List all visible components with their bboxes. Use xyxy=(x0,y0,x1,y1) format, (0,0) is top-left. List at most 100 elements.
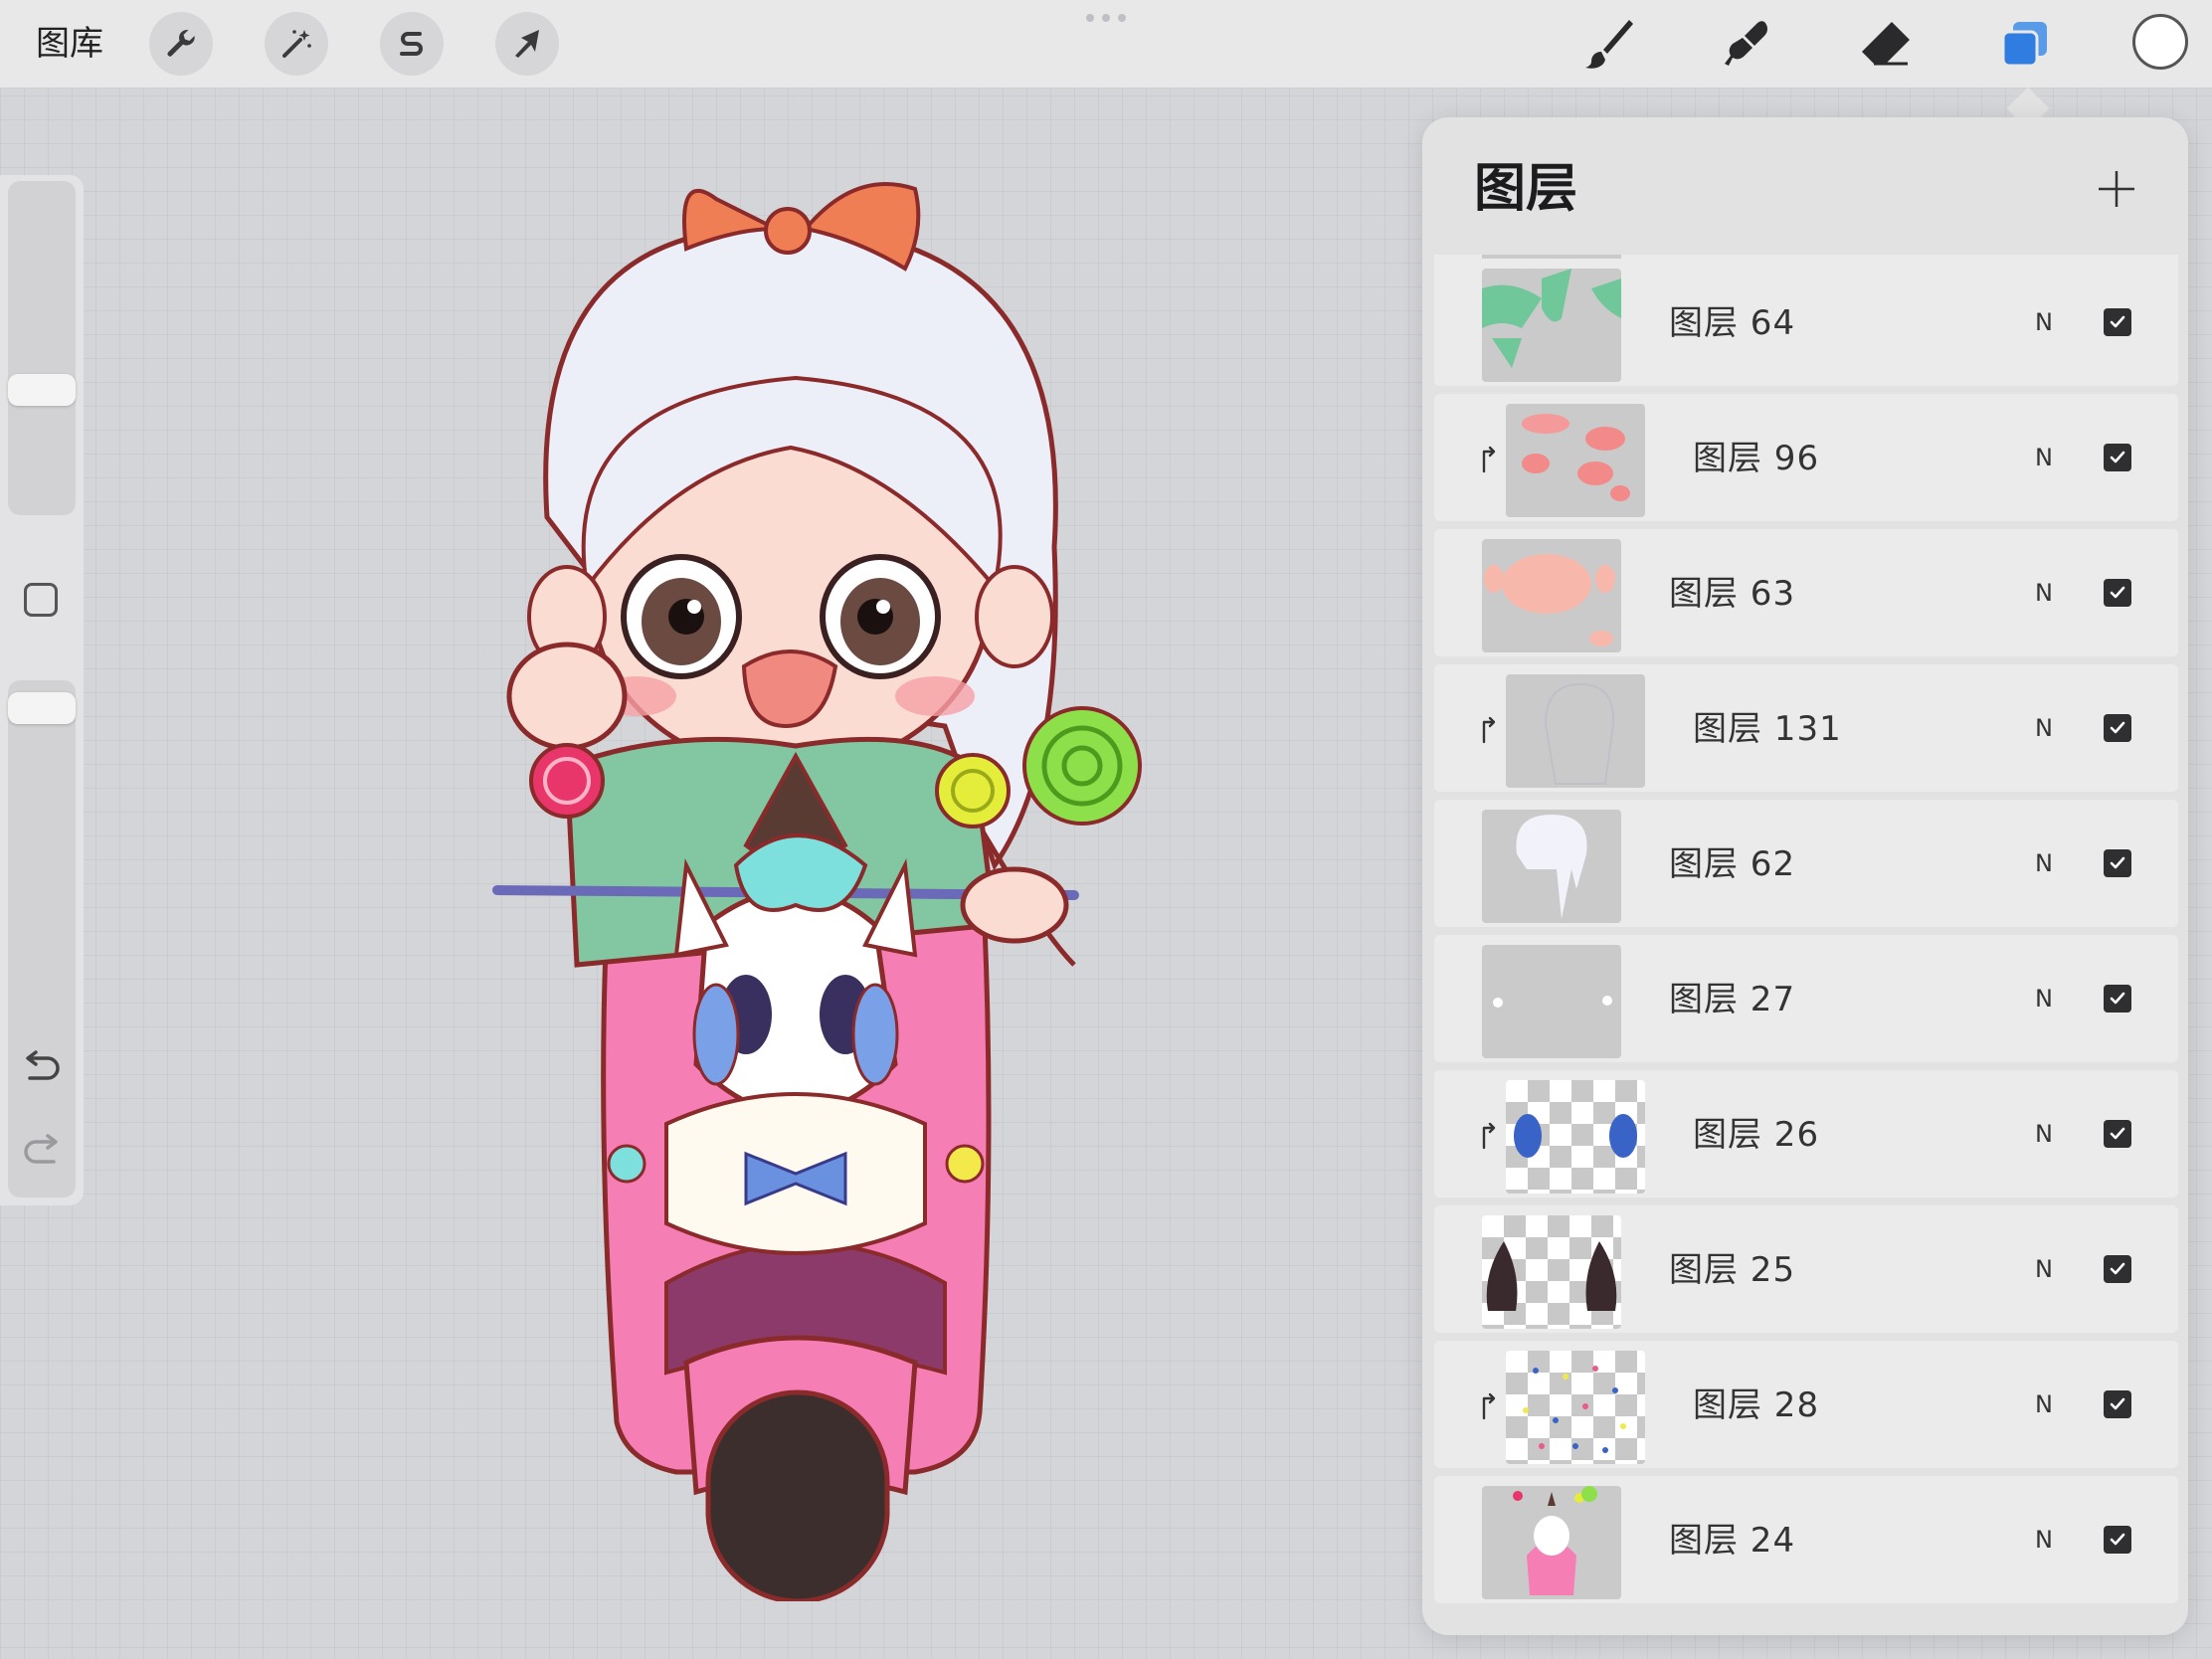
layer-row[interactable]: 图层 63 N xyxy=(1434,529,2178,656)
layer-visibility-checkbox[interactable] xyxy=(2104,1120,2131,1148)
layer-visibility-checkbox[interactable] xyxy=(2104,308,2131,336)
checkmark-icon xyxy=(2110,451,2125,463)
layer-thumbnail xyxy=(1482,810,1621,923)
adjustments-button[interactable] xyxy=(265,12,328,76)
layers-tool-button[interactable] xyxy=(1995,14,2055,74)
redo-icon xyxy=(24,1134,58,1164)
layer-visibility-checkbox[interactable] xyxy=(2104,579,2131,607)
layer-name[interactable]: 图层 26 xyxy=(1693,1114,1819,1156)
canvas-artwork[interactable] xyxy=(477,169,1154,1601)
checkmark-icon xyxy=(2110,1127,2125,1140)
brush-size-thumb[interactable] xyxy=(8,374,76,406)
layer-thumbnail xyxy=(1482,1486,1621,1599)
layer-row[interactable]: 图层 64 N xyxy=(1434,259,2178,386)
brush-size-slider[interactable] xyxy=(8,181,76,515)
blend-mode-button[interactable]: N xyxy=(2035,712,2053,744)
undo-icon xyxy=(26,1050,60,1080)
selection-s-icon xyxy=(400,32,423,56)
layer-name[interactable]: 图层 96 xyxy=(1693,438,1819,479)
layer-thumbnail xyxy=(1506,674,1645,788)
brush-icon xyxy=(1585,20,1633,69)
layer-row[interactable]: 图层 131 N xyxy=(1434,664,2178,792)
layer-thumbnail xyxy=(1506,1080,1645,1194)
layer-thumbnail xyxy=(1482,269,1621,382)
layer-name[interactable]: 图层 63 xyxy=(1669,573,1795,615)
layer-row[interactable]: 图层 26 N xyxy=(1434,1070,2178,1198)
layer-row[interactable]: 图层 96 N xyxy=(1434,394,2178,521)
layer-thumbnail xyxy=(1482,539,1621,652)
layer-row[interactable]: 图层 24 N xyxy=(1434,1476,2178,1603)
checkmark-icon xyxy=(2110,1397,2125,1410)
checkmark-icon xyxy=(2110,586,2125,599)
layer-name[interactable]: 图层 24 xyxy=(1669,1520,1795,1562)
layer-thumbnail xyxy=(1506,1351,1645,1464)
brush-tool-button[interactable] xyxy=(1577,14,1637,74)
opacity-thumb[interactable] xyxy=(8,692,76,724)
layer-row[interactable]: 图层 25 N xyxy=(1434,1205,2178,1333)
actions-button[interactable] xyxy=(149,12,213,76)
layer-visibility-checkbox[interactable] xyxy=(2104,1390,2131,1418)
blend-mode-button[interactable]: N xyxy=(2035,442,2053,473)
eraser-icon xyxy=(1862,22,1910,66)
checkmark-icon xyxy=(2110,1262,2125,1275)
modify-button[interactable] xyxy=(24,583,58,617)
blend-mode-button[interactable]: N xyxy=(2035,1388,2053,1420)
layer-visibility-checkbox[interactable] xyxy=(2104,444,2131,471)
checkmark-icon xyxy=(2110,315,2125,328)
blend-mode-button[interactable]: N xyxy=(2035,847,2053,879)
layers-icon xyxy=(2001,22,2047,68)
layer-visibility-checkbox[interactable] xyxy=(2104,714,2131,742)
clipping-mask-icon xyxy=(1482,446,1496,473)
opacity-slider[interactable] xyxy=(8,680,76,1198)
clipping-mask-icon xyxy=(1482,1392,1496,1420)
blend-mode-button[interactable]: N xyxy=(2035,577,2053,609)
layer-name[interactable]: 图层 28 xyxy=(1693,1384,1819,1426)
layer-visibility-checkbox[interactable] xyxy=(2104,1255,2131,1283)
checkmark-icon xyxy=(2110,992,2125,1005)
layer-visibility-checkbox[interactable] xyxy=(2104,1526,2131,1554)
left-sidebar xyxy=(0,175,84,1205)
redo-button[interactable] xyxy=(20,1130,64,1174)
layer-name[interactable]: 图层 27 xyxy=(1669,979,1795,1020)
blend-mode-button[interactable]: N xyxy=(2035,1253,2053,1285)
arrow-cursor-icon xyxy=(515,30,539,58)
blend-mode-button[interactable]: N xyxy=(2035,1118,2053,1150)
color-picker-button[interactable] xyxy=(2132,14,2188,70)
layer-thumbnail xyxy=(1482,1215,1621,1329)
layer-row[interactable]: 图层 28 N xyxy=(1434,1341,2178,1468)
panel-title: 图层 xyxy=(1474,159,1578,219)
layer-visibility-checkbox[interactable] xyxy=(2104,849,2131,877)
undo-button[interactable] xyxy=(20,1046,64,1090)
more-handle[interactable] xyxy=(1086,14,1126,22)
selection-button[interactable] xyxy=(380,12,444,76)
layer-name[interactable]: 图层 131 xyxy=(1693,708,1842,750)
plus-icon xyxy=(2099,171,2134,207)
checkmark-icon xyxy=(2110,721,2125,734)
layer-name[interactable]: 图层 25 xyxy=(1669,1249,1795,1291)
layer-row[interactable]: 图层 27 N xyxy=(1434,935,2178,1062)
add-layer-button[interactable] xyxy=(2089,161,2144,217)
checkmark-icon xyxy=(2110,856,2125,869)
top-toolbar: 图库 xyxy=(0,0,2212,89)
blend-mode-button[interactable]: N xyxy=(2035,306,2053,338)
magic-wand-icon xyxy=(282,30,311,58)
blend-mode-button[interactable]: N xyxy=(2035,983,2053,1014)
smudge-tool-button[interactable] xyxy=(1717,14,1776,74)
layer-name[interactable]: 图层 62 xyxy=(1669,843,1795,885)
layer-thumbnail xyxy=(1506,404,1645,517)
clipping-mask-icon xyxy=(1482,1122,1496,1150)
clipping-mask-icon xyxy=(1482,716,1496,744)
layer-row[interactable]: 图层 62 N xyxy=(1434,800,2178,927)
eraser-tool-button[interactable] xyxy=(1856,14,1916,74)
layers-panel: 图层 图层 64 N 图层 96 N 图层 63 N 图层 131 N 图层 6… xyxy=(1422,117,2188,1635)
layer-name[interactable]: 图层 64 xyxy=(1669,302,1795,344)
gallery-button[interactable]: 图库 xyxy=(36,22,103,66)
smudge-icon xyxy=(1725,21,1767,66)
transform-button[interactable] xyxy=(495,12,559,76)
wrench-icon xyxy=(167,29,195,57)
layer-list[interactable]: 图层 64 N 图层 96 N 图层 63 N 图层 131 N 图层 62 N… xyxy=(1422,255,2188,1635)
layer-thumbnail xyxy=(1482,945,1621,1058)
blend-mode-button[interactable]: N xyxy=(2035,1524,2053,1556)
checkmark-icon xyxy=(2110,1533,2125,1546)
layer-visibility-checkbox[interactable] xyxy=(2104,985,2131,1013)
